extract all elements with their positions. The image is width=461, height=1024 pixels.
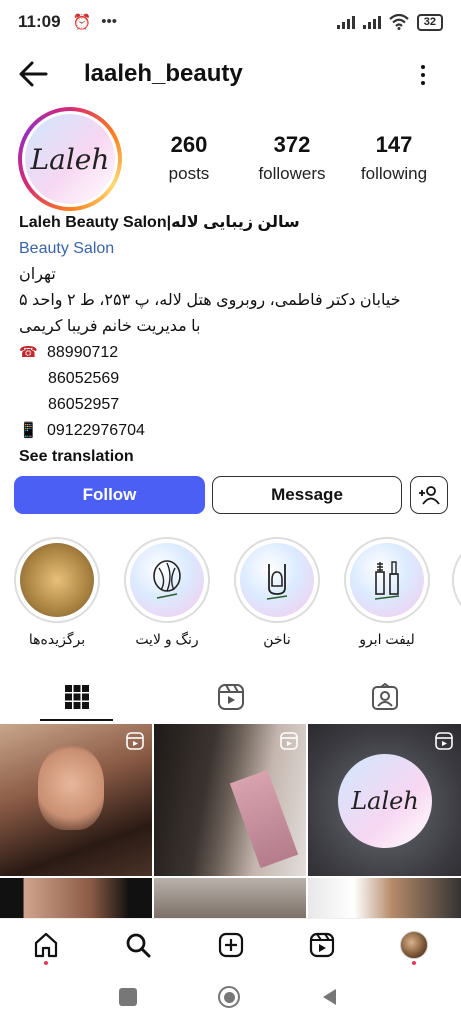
following-label: following bbox=[360, 164, 428, 183]
bio-manager: با مدیریت خانم فریبا کریمی bbox=[19, 318, 201, 335]
highlight-label: رنگ و لایت bbox=[135, 631, 199, 647]
highlight-item[interactable]: برگزیده‌ها bbox=[14, 537, 100, 648]
active-tab-indicator bbox=[40, 719, 113, 721]
back-arrow-icon[interactable] bbox=[16, 58, 50, 90]
home-icon bbox=[34, 932, 58, 958]
posts-grid: Laleh bbox=[0, 724, 461, 920]
highlight-label: برگزیده‌ها bbox=[28, 631, 86, 647]
story-highlights: برگزیده‌ها رنگ و لایت ناخن لیفت ابرو bbox=[0, 537, 461, 657]
status-time: 11:09 bbox=[18, 12, 61, 31]
bio-category[interactable]: Beauty Salon bbox=[19, 236, 449, 262]
profile-avatar[interactable]: Laleh bbox=[18, 107, 122, 211]
stat-followers[interactable]: 372 followers bbox=[250, 132, 334, 184]
highlight-item-partial[interactable] bbox=[452, 537, 461, 623]
highlight-label: لیفت ابرو bbox=[359, 631, 415, 647]
mobile-number[interactable]: 09122976704 bbox=[47, 418, 145, 444]
profile-stats: 260 posts 372 followers 147 following bbox=[150, 132, 450, 188]
profile-tabs bbox=[0, 672, 461, 722]
post-thumbnail[interactable] bbox=[0, 724, 152, 876]
hair-icon bbox=[153, 560, 181, 599]
post-thumbnail[interactable] bbox=[154, 724, 306, 876]
search-icon bbox=[126, 933, 151, 958]
status-bar: 11:09 ⏰ ••• 32 bbox=[0, 0, 461, 44]
highlight-label: ناخن bbox=[263, 631, 291, 647]
bio-name: Laleh Beauty Salon|سالن زیبایی لاله bbox=[19, 214, 300, 231]
nail-icon bbox=[266, 564, 288, 600]
reel-indicator-icon bbox=[126, 732, 144, 750]
tab-tagged[interactable] bbox=[308, 672, 461, 722]
profile-username: laaleh_beauty bbox=[84, 60, 243, 87]
signal-icon bbox=[336, 15, 355, 29]
suggested-users-button[interactable] bbox=[410, 476, 448, 514]
post-thumbnail[interactable] bbox=[0, 878, 152, 920]
create-post-icon bbox=[218, 932, 244, 958]
highlight-item[interactable]: رنگ و لایت bbox=[124, 537, 210, 648]
mascara-icon bbox=[374, 561, 400, 600]
tab-reels[interactable] bbox=[154, 672, 307, 722]
battery-indicator: 32 bbox=[416, 13, 443, 31]
bio-city: تهران bbox=[19, 266, 56, 283]
profile-bio: Laleh Beauty Salon|سالن زیبایی لاله Beau… bbox=[19, 210, 449, 470]
followers-count: 372 bbox=[273, 132, 311, 157]
following-count: 147 bbox=[375, 132, 413, 157]
phone-number-3[interactable]: 86052957 bbox=[19, 392, 449, 418]
stat-following[interactable]: 147 following bbox=[356, 132, 432, 184]
alarm-icon: ⏰ bbox=[72, 14, 92, 31]
nav-home[interactable] bbox=[32, 931, 60, 959]
post-thumbnail[interactable] bbox=[154, 878, 306, 920]
posts-count: 260 bbox=[170, 132, 208, 157]
signal-icon-2 bbox=[362, 15, 381, 29]
reel-indicator-icon bbox=[435, 732, 453, 750]
posts-label: posts bbox=[168, 164, 210, 183]
system-navigation-bar bbox=[0, 974, 461, 1024]
bio-address: خیابان دکتر فاطمی، روبروی هتل لاله، پ ۲۵… bbox=[19, 292, 401, 309]
post-thumbnail[interactable]: Laleh bbox=[308, 724, 461, 876]
stat-posts[interactable]: 260 posts bbox=[150, 132, 228, 184]
notification-dot bbox=[44, 961, 48, 965]
profile-avatar-small bbox=[400, 931, 428, 959]
reels-icon bbox=[217, 684, 244, 710]
phone-number-2[interactable]: 86052569 bbox=[19, 366, 449, 392]
more-options-icon[interactable] bbox=[410, 60, 436, 90]
telephone-icon: ☎ bbox=[19, 344, 38, 361]
bottom-navigation bbox=[0, 918, 461, 974]
back-button[interactable] bbox=[320, 987, 338, 1007]
followers-label: followers bbox=[258, 164, 326, 183]
see-translation-link[interactable]: See translation bbox=[19, 444, 449, 470]
reels-icon bbox=[309, 932, 335, 958]
tagged-person-icon bbox=[371, 683, 398, 710]
mobile-phone-icon: 📱 bbox=[19, 422, 38, 439]
notification-dot bbox=[412, 961, 416, 965]
avatar-image: Laleh bbox=[25, 114, 115, 204]
profile-header: laaleh_beauty bbox=[0, 52, 461, 96]
avatar-logo-text: Laleh bbox=[30, 142, 110, 176]
reel-indicator-icon bbox=[280, 732, 298, 750]
phone-number-1[interactable]: 88990712 bbox=[47, 340, 118, 366]
post-thumbnail[interactable] bbox=[308, 878, 461, 920]
message-button[interactable]: Message bbox=[212, 476, 402, 514]
nav-create[interactable] bbox=[217, 931, 245, 959]
wifi-icon bbox=[389, 14, 409, 30]
follow-button[interactable]: Follow bbox=[14, 476, 205, 514]
highlight-item[interactable]: لیفت ابرو bbox=[344, 537, 430, 648]
post-logo-text: Laleh bbox=[351, 787, 419, 815]
food-photo-icon bbox=[20, 543, 94, 617]
nav-profile[interactable] bbox=[400, 931, 428, 959]
nav-reels[interactable] bbox=[308, 931, 336, 959]
highlight-item[interactable]: ناخن bbox=[234, 537, 320, 648]
home-button[interactable] bbox=[218, 986, 240, 1008]
recent-apps-button[interactable] bbox=[119, 988, 137, 1006]
grid-icon bbox=[64, 685, 89, 709]
more-notifications-icon: ••• bbox=[101, 13, 117, 30]
add-user-icon bbox=[419, 486, 440, 505]
tab-posts-grid[interactable] bbox=[0, 672, 153, 722]
nav-search[interactable] bbox=[124, 931, 152, 959]
